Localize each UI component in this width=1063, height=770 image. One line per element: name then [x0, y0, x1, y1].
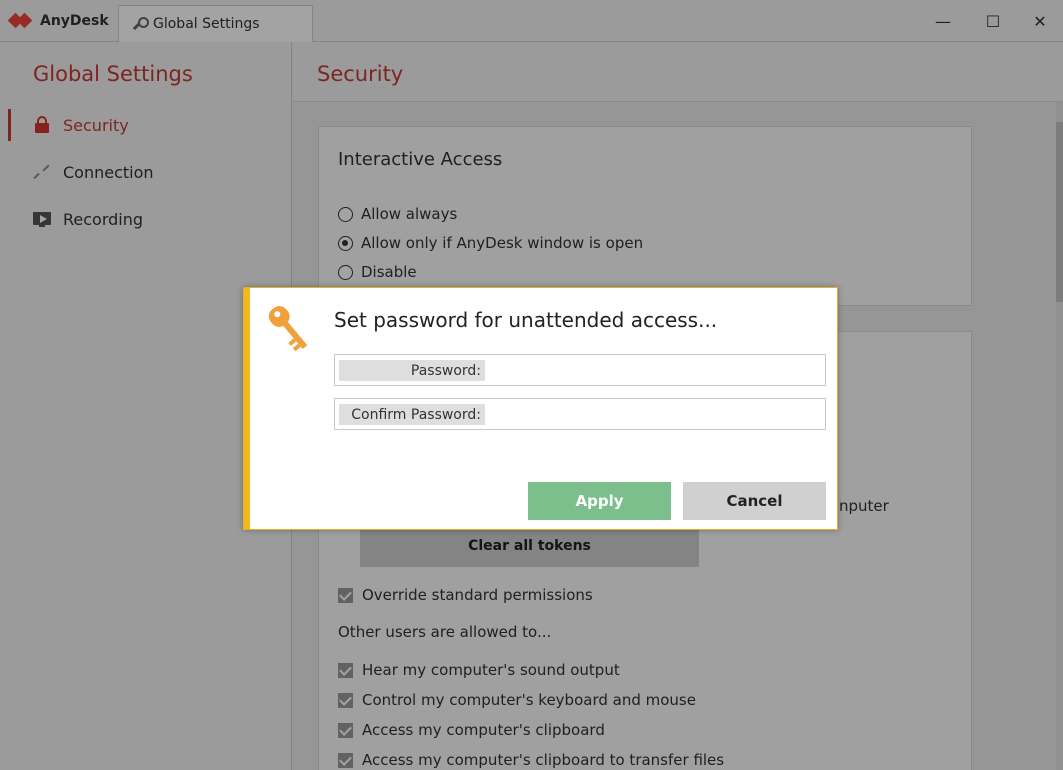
- key-icon: [268, 306, 308, 352]
- apply-button[interactable]: Apply: [528, 482, 671, 520]
- cancel-button[interactable]: Cancel: [683, 482, 826, 520]
- dialog-accent-stripe: [244, 288, 250, 529]
- confirm-password-label: Confirm Password:: [339, 404, 485, 425]
- confirm-password-input[interactable]: [487, 403, 821, 425]
- password-label: Password:: [339, 360, 485, 381]
- confirm-password-field[interactable]: Confirm Password:: [334, 398, 826, 430]
- password-field[interactable]: Password:: [334, 354, 826, 386]
- password-input[interactable]: [487, 359, 821, 381]
- dialog-title: Set password for unattended access...: [334, 308, 718, 332]
- set-password-dialog: Set password for unattended access... Pa…: [243, 287, 838, 530]
